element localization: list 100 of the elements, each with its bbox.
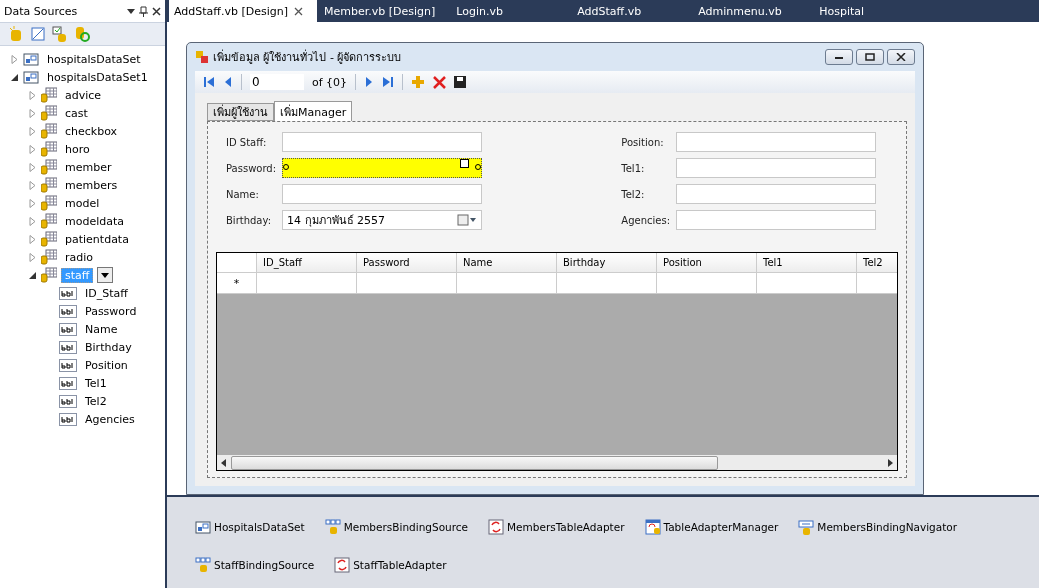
tree-item[interactable]: checkbox [61,123,122,139]
grid-cell[interactable] [557,273,657,294]
form-tab[interactable]: เพิ่มManager [274,101,353,121]
smart-tag-button[interactable] [460,159,470,168]
add-button[interactable] [411,75,426,89]
horizontal-scrollbar[interactable] [217,455,897,470]
tree-item[interactable]: Position [81,357,132,373]
dataset-icon [23,69,39,85]
tree-item[interactable]: members [61,177,122,193]
expand-arrow-icon[interactable] [28,108,37,118]
tray-component[interactable]: MembersBindingSource [343,521,469,533]
form-tab[interactable]: เพิ่มผู้ใช้งาน [207,103,274,121]
collapse-arrow-icon[interactable] [28,270,37,280]
tree-item[interactable]: member [61,159,116,175]
expand-arrow-icon[interactable] [28,180,37,190]
binding-source-icon [324,519,341,535]
pin-icon[interactable] [139,5,148,17]
tray-component[interactable]: MembersTableAdapter [507,521,625,533]
move-previous-button[interactable] [223,76,233,88]
scroll-left-icon[interactable] [221,458,227,467]
close-button[interactable] [887,49,915,65]
tree-item[interactable]: radio [61,249,98,265]
table-icon [41,177,57,193]
dataset-icon [23,51,39,67]
tray-component[interactable]: StaffTableAdapter [353,559,447,571]
dropdown-button[interactable] [97,267,114,283]
document-tab[interactable]: Hospital [814,0,934,22]
edit-dataset-icon[interactable] [30,26,46,42]
grid-cell[interactable] [657,273,757,294]
resize-handle[interactable] [283,164,290,170]
expand-arrow-icon[interactable] [28,252,37,262]
table-icon [41,123,57,139]
tree-item[interactable]: ID_Staff [81,285,132,301]
tree-item[interactable]: advice [61,87,106,103]
expand-arrow-icon[interactable] [28,234,37,244]
expand-arrow-icon[interactable] [28,126,37,136]
document-tab[interactable]: AddStaff.vb [Design] [169,0,317,22]
grid-cell[interactable] [457,273,557,294]
binding-navigator-icon [798,519,815,535]
resize-handle[interactable] [475,164,482,170]
tray-component[interactable]: StaffBindingSource [214,559,315,571]
close-icon [896,53,906,61]
tree-item[interactable]: model [61,195,104,211]
close-icon[interactable] [152,6,161,16]
grid-cell[interactable] [257,273,357,294]
collapse-arrow-icon[interactable] [10,72,19,82]
tree-item[interactable]: Tel1 [81,375,111,391]
expand-arrow-icon[interactable] [28,144,37,154]
document-tab[interactable]: AddStaff.vb [572,0,692,22]
position-field[interactable]: 0 [250,74,304,90]
refresh-icon[interactable] [74,26,90,42]
document-tab[interactable]: Adminmenu.vb [693,0,813,22]
move-last-button[interactable] [382,76,395,88]
expand-arrow-icon[interactable] [28,90,37,100]
delete-button[interactable] [433,75,447,89]
add-data-source-icon[interactable] [8,26,24,42]
tree-item[interactable]: hospitalsDataSet1 [43,69,152,85]
grid-cell[interactable] [357,273,457,294]
minimize-button[interactable] [825,49,853,65]
move-first-button[interactable] [203,76,215,88]
binding-source-icon [195,557,211,573]
date-picker[interactable]: 14 กุมภาพันธ์ 2557 [282,210,483,230]
configure-icon[interactable] [52,26,68,42]
text-field[interactable] [282,158,483,178]
tree-item[interactable]: Birthday [81,339,136,355]
tree-item[interactable]: cast [61,105,92,121]
tree-item[interactable]: Password [81,303,141,319]
tree-item[interactable]: Tel2 [81,393,111,409]
expand-arrow-icon[interactable] [28,162,37,172]
tree-item[interactable]: Agencies [81,411,139,427]
expand-arrow-icon[interactable] [28,198,37,208]
document-tab[interactable]: Login.vb [451,0,571,22]
table-adapter-icon [488,519,505,535]
scroll-right-icon[interactable] [887,458,893,467]
tree-item[interactable]: Name [81,321,122,337]
field-label: Name: [226,188,260,200]
minimize-icon [834,54,844,60]
table-icon [41,105,57,121]
table-icon [41,249,57,265]
maximize-button[interactable] [856,49,884,65]
table-icon [41,195,57,211]
save-button[interactable] [454,76,467,88]
field-label: Tel2: [621,188,646,200]
tray-component[interactable]: MembersBindingNavigator [817,521,958,533]
table-icon [41,159,57,175]
table-icon [41,267,57,283]
calendar-icon [457,214,478,226]
tree-item[interactable]: patientdata [61,231,133,247]
dropdown-icon[interactable] [127,8,135,14]
dataset-icon [195,519,211,535]
expand-arrow-icon[interactable] [28,216,37,226]
document-tab[interactable]: Member.vb [Design] [318,0,450,22]
grid-cell[interactable] [757,273,857,294]
tree-item[interactable]: hospitalsDataSet [43,51,145,67]
tree-item[interactable]: modeldata [61,213,129,229]
tree-item[interactable]: horo [61,141,94,157]
tray-component[interactable]: HospitalsDataSet [214,521,305,533]
close-icon[interactable] [293,6,303,16]
tray-component[interactable]: TableAdapterManager [663,521,779,533]
expand-arrow-icon[interactable] [10,54,19,64]
